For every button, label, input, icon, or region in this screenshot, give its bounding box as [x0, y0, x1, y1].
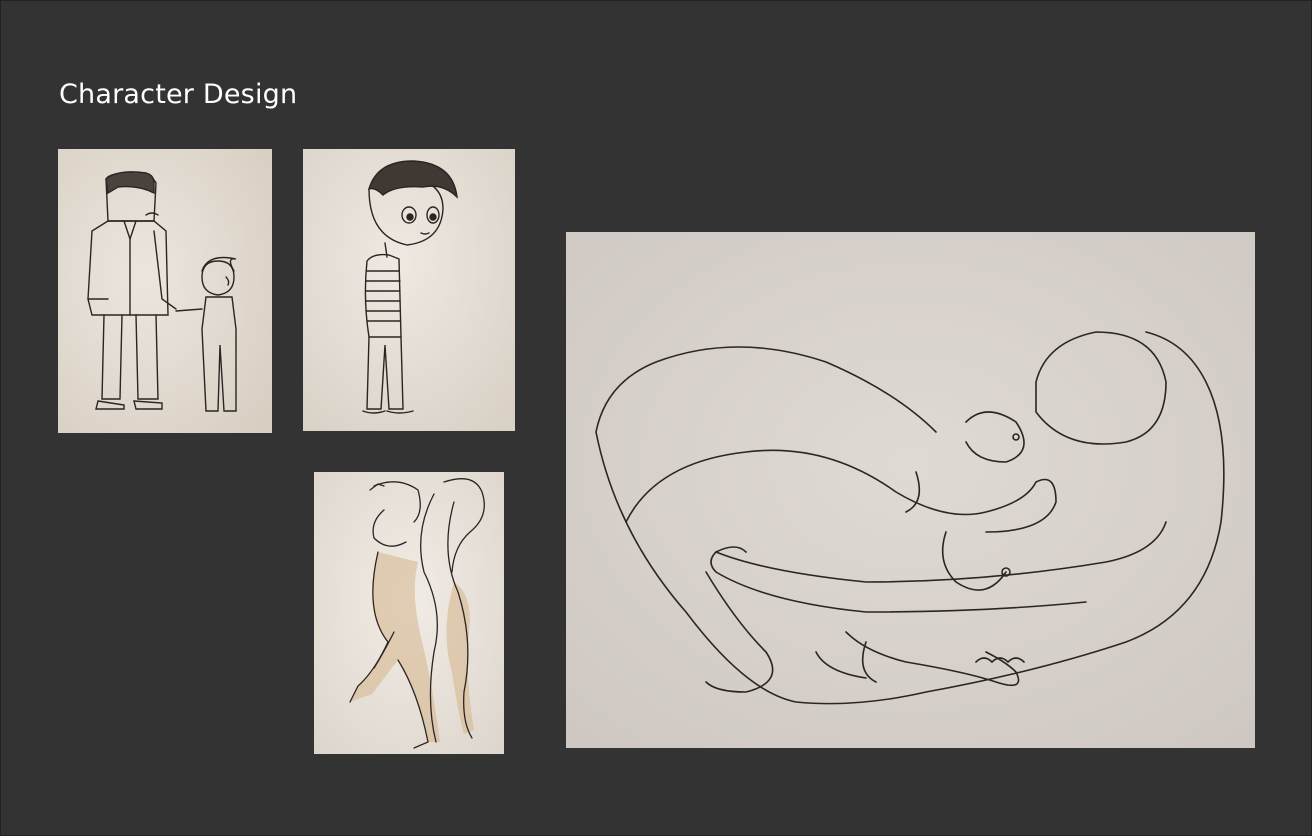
curled-figure-sketch — [566, 232, 1255, 748]
boy-striped-shirt-sketch — [303, 149, 515, 431]
page-title: Character Design — [59, 79, 298, 110]
twisting-figure-sketch — [314, 472, 504, 754]
slide-canvas: Character Design — [0, 0, 1312, 836]
father-and-son-sketch — [58, 149, 272, 433]
